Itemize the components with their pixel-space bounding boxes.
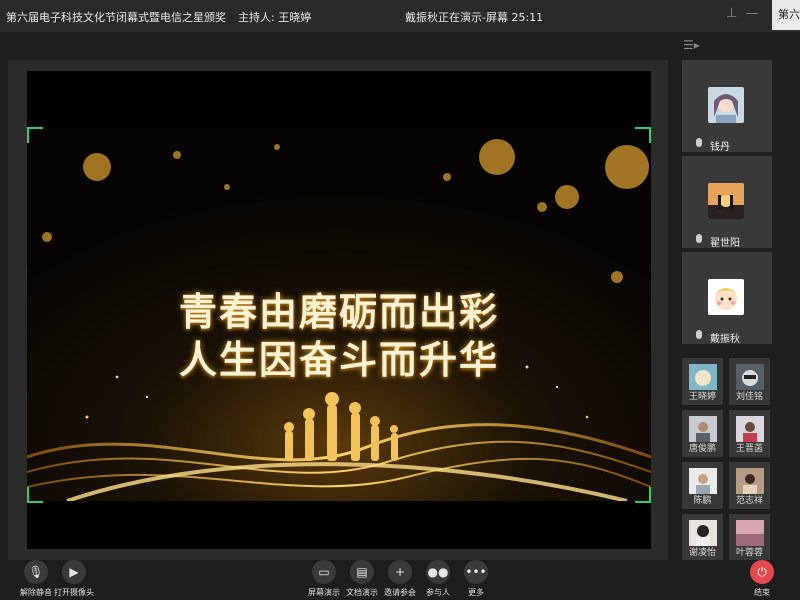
participant-name: 谢凌怡 [688,548,716,558]
participant-name: 陈鹏 [693,496,712,506]
presenting-status: 戴振秋正在演示-屏幕 25:11 [405,11,544,24]
title-bar: 第六届电子科技文化节闭幕式暨电信之星颁奖 主持人: 王晓婷 戴振秋正在演示-屏幕 … [0,0,800,32]
folder-icon: ▤ [350,560,374,584]
photo-avatar-icon [689,468,717,494]
frame-corner-bottom-left [27,487,43,503]
more-button[interactable]: ••• 更多 [452,560,500,598]
start-video-label: 打开摄像头 [54,588,94,597]
participant-tile-small[interactable]: 王晓婷 [682,358,723,405]
window-controls: ⊥— [726,6,766,21]
mic-icon [696,330,702,339]
camera-off-icon: ▶ [62,560,86,584]
sunset-silhouette-avatar-icon [708,183,744,219]
meeting-title-area: 第六届电子科技文化节闭幕式暨电信之星颁奖 主持人: 王晓婷 [6,9,311,25]
participant-name: 翟世阳 [710,238,740,249]
host-label: 主持人: 王晓婷 [238,11,312,24]
participant-name: 刘佳铭 [735,392,763,402]
participant-tile-small[interactable]: 陈鹏 [682,462,723,509]
list-toggle-icon[interactable]: ☰▸ [683,38,700,52]
end-meeting-label: 结束 [754,588,770,597]
photo-avatar-icon [736,416,764,442]
participant-name: 戴振秋 [710,334,740,345]
add-user-icon: + [388,560,412,584]
monitor-icon: ▭ [312,560,336,584]
mic-muted-icon: 🎙 [24,560,48,584]
participant-tile-small[interactable]: 刘佳铭 [729,358,770,405]
frame-corner-top-right [635,127,651,143]
participant-name: 王晋菡 [735,444,763,454]
photo-avatar-icon [736,520,764,546]
participant-tile[interactable]: 戴振秋 [682,252,772,345]
minimize-icon[interactable]: — [745,6,766,21]
frame-corner-bottom-right [635,487,651,503]
mic-icon [696,138,702,147]
participant-tile[interactable]: 翟世阳 [682,156,772,249]
participant-tile-small[interactable]: 谢凌怡 [682,514,723,561]
more-label: 更多 [468,588,484,597]
power-icon: ⏻ [750,560,774,584]
participant-tile[interactable]: 钱丹 [682,60,772,153]
slide-headline-line-1: 青春由磨砺而出彩 [178,290,499,334]
participant-name: 叶蓉蓉 [735,548,763,558]
participant-tile-small[interactable]: 王晋菡 [729,410,770,457]
participant-name: 王晓婷 [688,392,716,402]
participant-tile-small[interactable]: 范志祥 [729,462,770,509]
participant-name: 唐俊鹏 [688,444,716,454]
participant-tile-small[interactable]: 叶蓉蓉 [729,514,770,561]
participant-name: 范志祥 [735,496,763,506]
photo-avatar-icon [736,468,764,494]
mic-icon [696,234,702,243]
meeting-title: 第六届电子科技文化节闭幕式暨电信之星颁奖 [6,11,226,24]
cat-avatar-icon [689,364,717,390]
raccoon-avatar-icon [736,364,764,390]
people-icon: ●● [426,560,450,584]
photo-avatar-icon [689,416,717,442]
start-video-button[interactable]: ▶ 打开摄像头 [50,560,98,598]
cartoon-avatar-icon [708,279,744,315]
anime-avatar-icon [708,87,744,123]
meeting-toolbar: 🎙 解除静音 ▶ 打开摄像头 ▭ 屏幕演示 ▤ 文档演示 + 邀请参会 ●● 参… [0,560,800,600]
participant-tile-small[interactable]: 唐俊鹏 [682,410,723,457]
end-meeting-button[interactable]: ⏻ 结束 [738,560,786,598]
participant-sidebar: ☰▸ 钱丹 翟世阳 戴振秋 王晓婷 刘佳铭 唐俊鹏 王晋菡 陈鹏 范志祥 谢凌怡… [680,32,772,600]
screen-share-stage: 青春由磨砺而出彩 人生因奋斗而升华 [8,60,668,560]
slide-headline-line-2: 人生因奋斗而升华 [178,338,499,382]
window-tab[interactable]: 第六 [772,0,800,30]
frame-corner-top-left [27,127,43,143]
more-dots-icon: ••• [464,560,488,584]
photo-avatar-icon [689,520,717,546]
presentation-slide: 青春由磨砺而出彩 人生因奋斗而升华 [27,71,651,549]
pin-icon[interactable]: ⊥ [726,6,745,21]
participant-name: 钱丹 [710,142,730,153]
